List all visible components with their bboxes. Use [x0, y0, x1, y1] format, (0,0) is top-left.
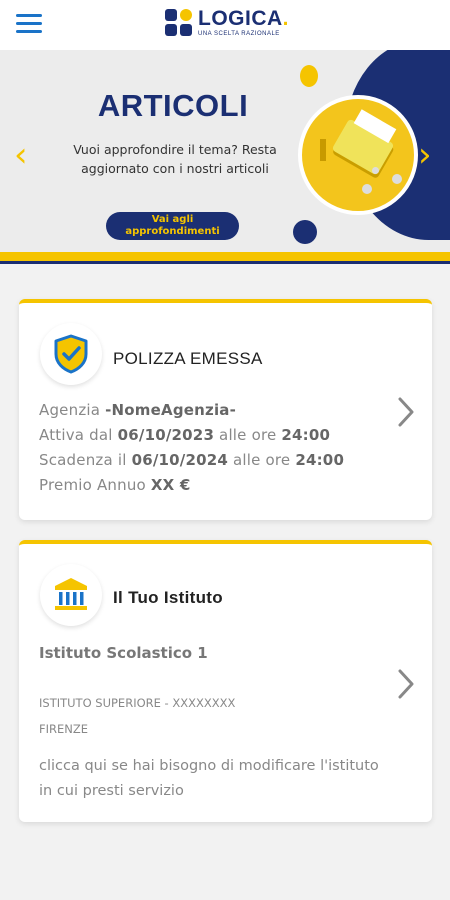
institute-city: FIRENZE — [39, 722, 89, 736]
banner-stripe — [0, 252, 450, 261]
hamburger-menu-icon[interactable] — [16, 14, 42, 36]
chevron-right-icon[interactable] — [396, 668, 416, 700]
institute-card[interactable]: Il Tuo Istituto Istituto Scolastico 1 IS… — [19, 540, 432, 822]
policy-premium: Premio Annuo XX € — [39, 476, 191, 494]
institute-help-text[interactable]: clicca qui se hai bisogno di modificare … — [39, 754, 379, 804]
policy-agency: Agenzia -NomeAgenzia- — [39, 401, 237, 419]
policy-expiry: Scadenza il 06/10/2024 alle ore 24:00 — [39, 451, 345, 469]
decorative-dot — [300, 65, 318, 87]
policy-title: POLIZZA EMESSA — [113, 349, 263, 368]
policy-active-from: Attiva dal 06/10/2023 alle ore 24:00 — [39, 426, 331, 444]
policy-card[interactable]: POLIZZA EMESSA Agenzia -NomeAgenzia- Att… — [19, 299, 432, 520]
institute-type: ISTITUTO SUPERIORE - XXXXXXXX — [39, 696, 236, 710]
shield-check-icon — [40, 323, 102, 385]
logo: LOGICA. UNA SCELTA RAZIONALE — [165, 7, 289, 41]
banner-divider — [0, 261, 450, 264]
articles-button[interactable]: Vai agli approfondimenti — [106, 212, 239, 240]
carousel-prev-icon[interactable]: ‹ — [14, 138, 28, 172]
app-header: LOGICA. UNA SCELTA RAZIONALE — [0, 0, 450, 50]
logo-tagline: UNA SCELTA RAZIONALE — [198, 31, 280, 37]
institute-title: Il Tuo Istituto — [113, 588, 223, 607]
chevron-right-icon[interactable] — [396, 396, 416, 428]
institution-building-icon — [40, 564, 102, 626]
banner-text: Vuoi approfondire il tema? Resta aggiorn… — [73, 142, 277, 176]
institute-name: Istituto Scolastico 1 — [39, 644, 208, 662]
carousel-next-icon[interactable]: › — [418, 138, 432, 172]
logo-name: LOGICA — [198, 7, 283, 30]
decorative-dot — [293, 220, 317, 244]
banner-title: ARTICOLI — [97, 88, 249, 123]
logo-mark-icon — [165, 9, 193, 37]
